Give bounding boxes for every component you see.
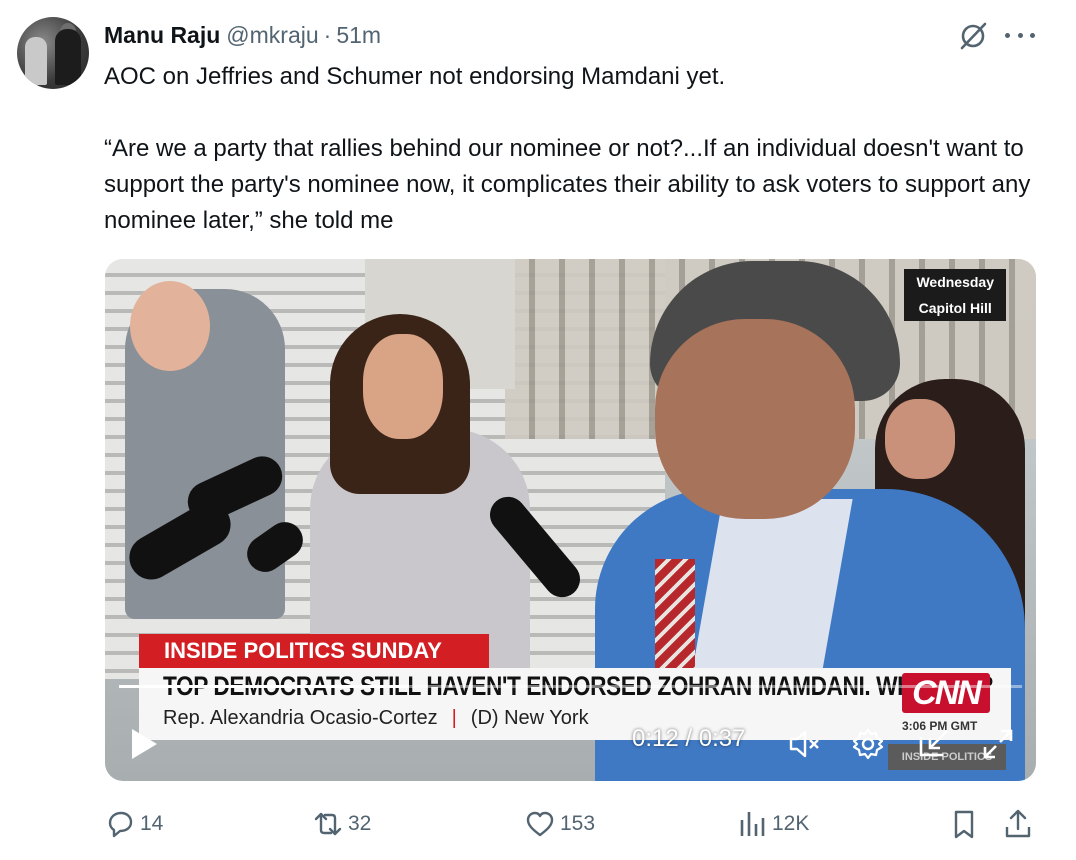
like-icon xyxy=(526,811,554,837)
views-button[interactable]: 12K xyxy=(736,806,809,842)
share-icon xyxy=(1005,809,1031,838)
time-separator: / xyxy=(685,725,693,752)
tweet-quote: “Are we a party that rallies behind our … xyxy=(104,135,1031,234)
expand-icon[interactable] xyxy=(981,727,1015,761)
pip-icon[interactable] xyxy=(917,727,951,761)
repost-count: 32 xyxy=(348,812,372,835)
current-time: 0:12 xyxy=(632,725,679,752)
reply-button[interactable]: 14 xyxy=(104,806,163,842)
reply-count: 14 xyxy=(140,812,164,835)
chyron-subject: Rep. Alexandria Ocasio-Cortez | (D) New Yo… xyxy=(163,707,589,730)
avatar[interactable] xyxy=(17,17,89,89)
show-banner: INSIDE POLITICS SUNDAY xyxy=(139,634,489,668)
tweet-header: Manu Raju @mkraju · 51m xyxy=(104,20,381,50)
author-handle[interactable]: @mkraju xyxy=(226,22,318,49)
progress-bar[interactable] xyxy=(119,685,1022,688)
subject-party: (D) New York xyxy=(470,707,589,729)
repost-icon xyxy=(314,812,342,836)
duration: 0:37 xyxy=(698,725,746,752)
video-time: 0:12 / 0:37 xyxy=(632,725,745,753)
mute-icon[interactable] xyxy=(787,727,821,761)
views-icon xyxy=(740,812,765,836)
bookmark-button[interactable] xyxy=(948,806,984,842)
location-day: Wednesday xyxy=(916,274,994,290)
play-icon[interactable] xyxy=(129,727,159,761)
like-count: 153 xyxy=(560,812,596,835)
share-button[interactable] xyxy=(1002,806,1038,842)
more-icon[interactable] xyxy=(1005,28,1035,42)
tweet-time[interactable]: 51m xyxy=(336,22,381,49)
tweet-text: AOC on Jeffries and Schumer not endorsin… xyxy=(104,59,1034,239)
subject-name: Rep. Alexandria Ocasio-Cortez xyxy=(163,707,438,729)
settings-icon[interactable] xyxy=(851,727,885,761)
subject-separator: | xyxy=(451,707,457,729)
like-button[interactable]: 153 xyxy=(524,806,595,842)
reply-icon xyxy=(108,811,133,838)
action-bar: 14 32 153 12K xyxy=(104,806,1040,842)
progress-fill xyxy=(119,685,408,688)
cnn-logo: CNN xyxy=(902,673,990,713)
location-place: Capitol Hill xyxy=(918,300,992,316)
location-tag: Wednesday Capitol Hill xyxy=(904,269,1006,321)
header-separator: · xyxy=(323,21,332,48)
bookmark-icon xyxy=(954,810,974,839)
video-player[interactable]: Wednesday Capitol Hill INSIDE POLITICS S… xyxy=(105,259,1036,781)
grok-icon[interactable] xyxy=(957,20,989,52)
tweet-text-line: AOC on Jeffries and Schumer not endorsin… xyxy=(104,63,726,90)
views-count: 12K xyxy=(772,812,810,835)
repost-button[interactable]: 32 xyxy=(312,806,371,842)
author-name[interactable]: Manu Raju xyxy=(104,22,220,49)
